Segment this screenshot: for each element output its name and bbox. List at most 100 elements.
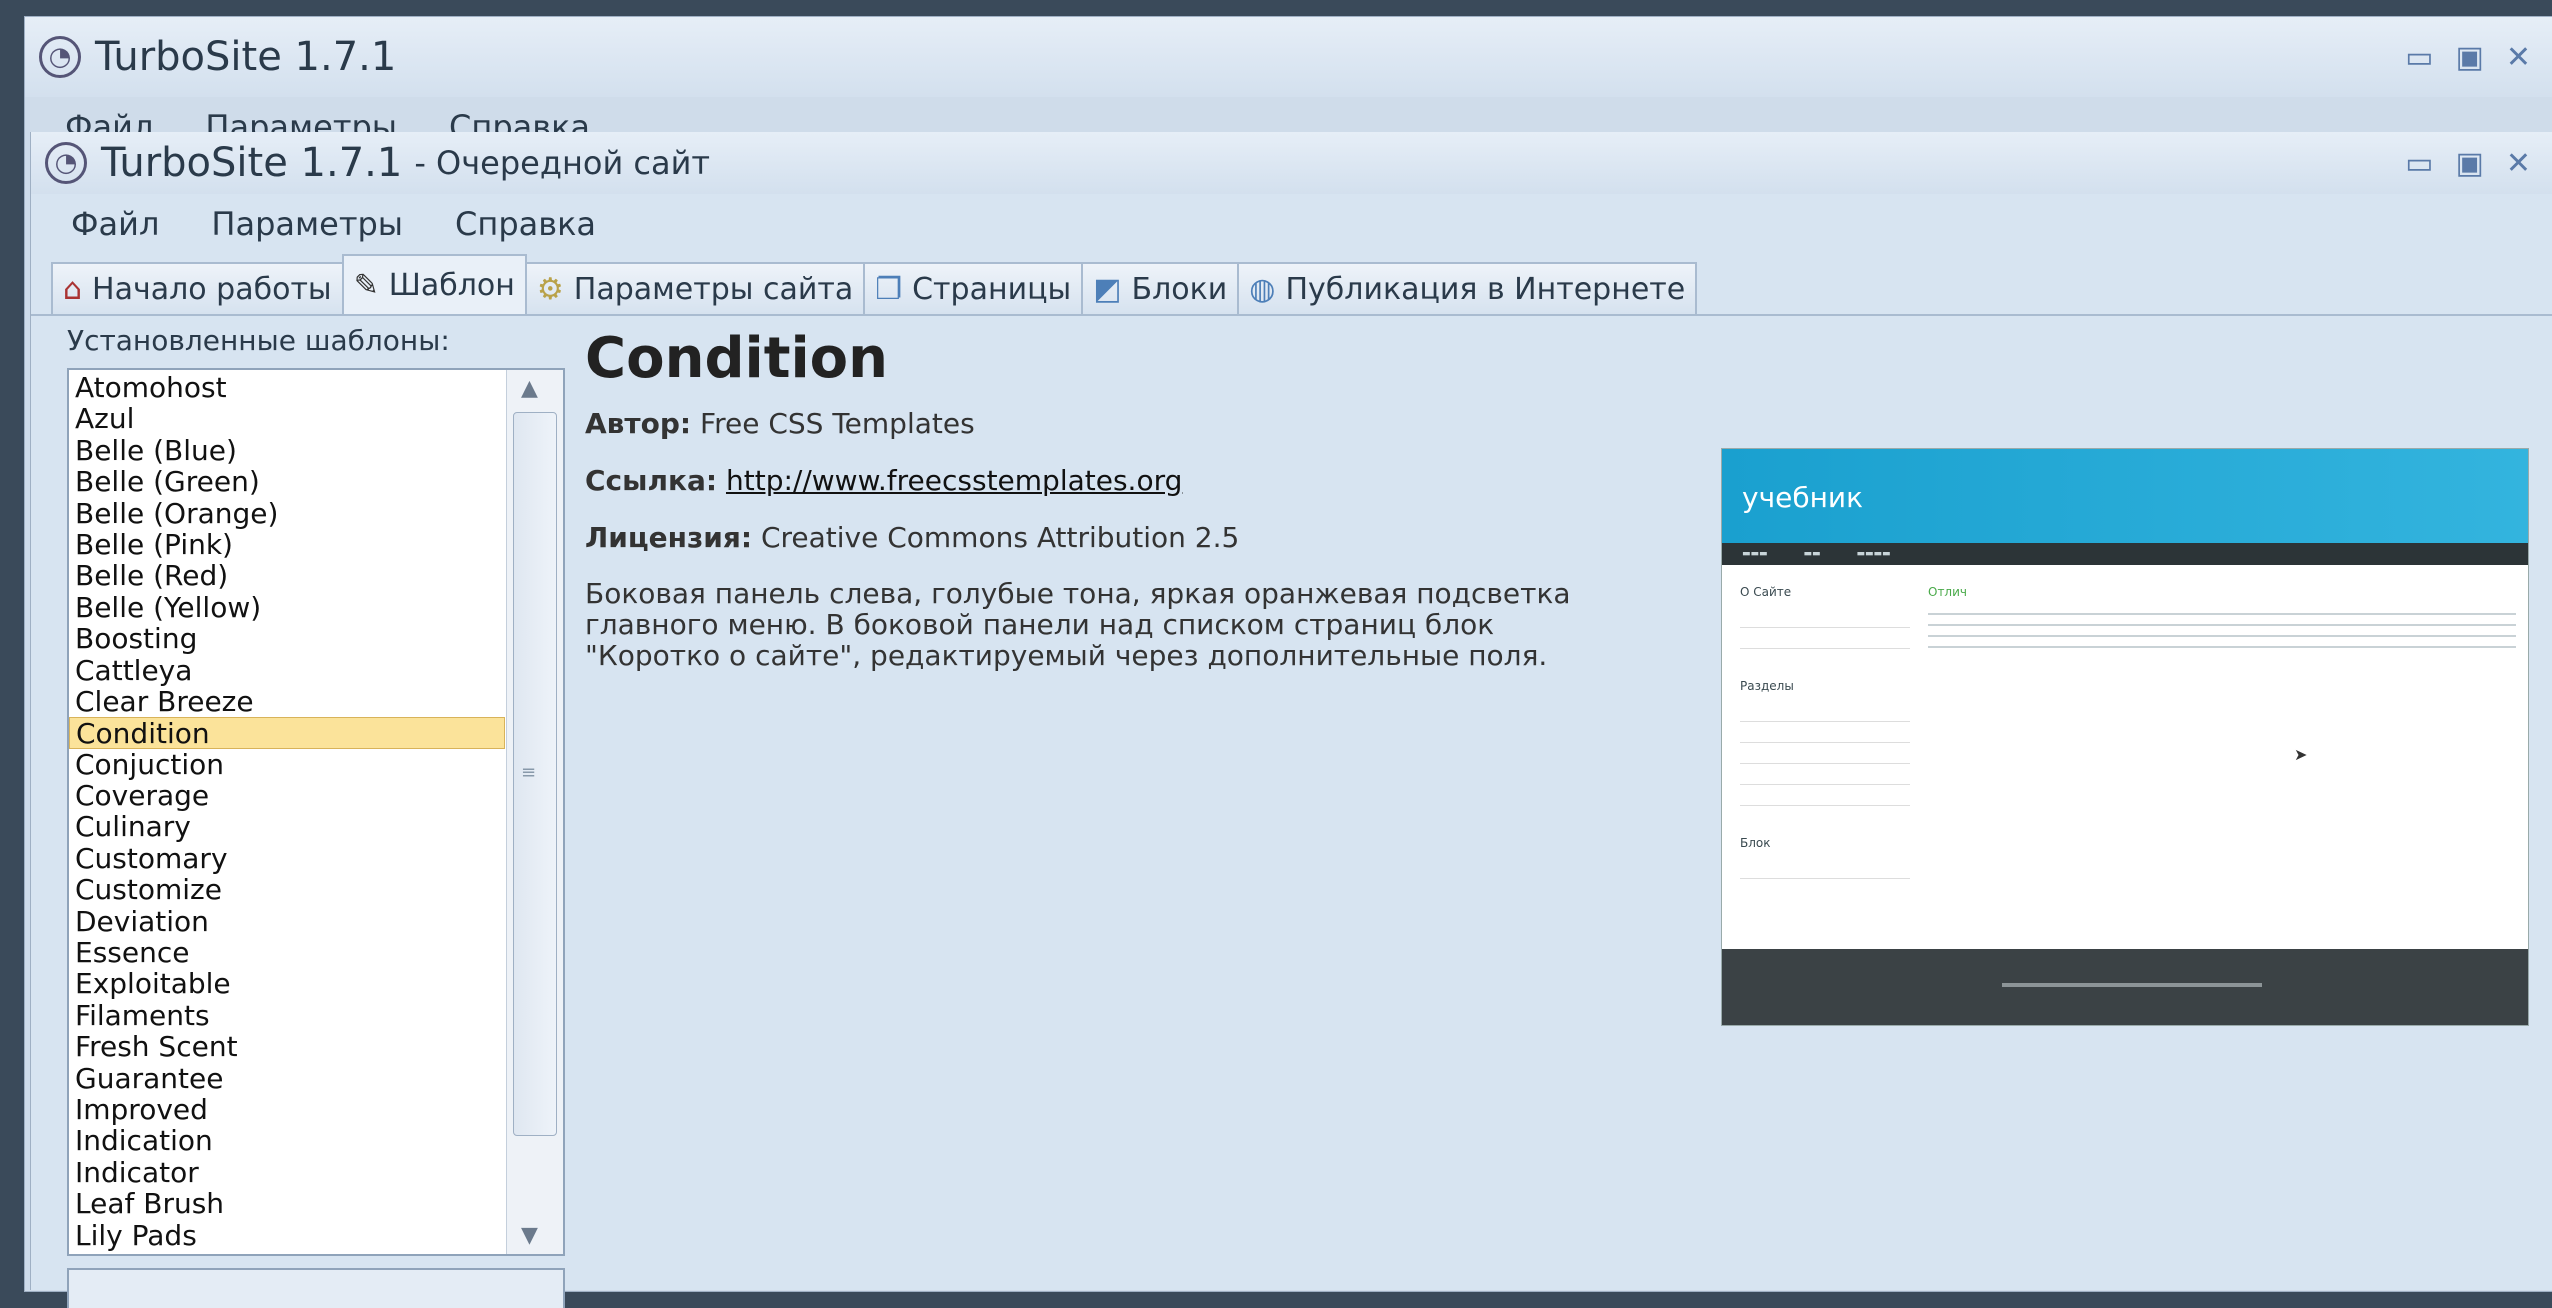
tab-label: Параметры сайта	[573, 271, 854, 307]
template-list-item[interactable]: Coverage	[69, 780, 505, 811]
gear-icon: ⚙	[536, 271, 564, 307]
templates-listbox[interactable]: Atomohost Azul Belle (Blue) Belle (Green) Be…	[67, 368, 565, 1256]
template-list-item[interactable]: Clear Breeze	[69, 686, 505, 717]
preview-side-heading: Блок	[1740, 836, 1771, 850]
template-list-item[interactable]: Belle (Green)	[69, 466, 505, 497]
preview-main-heading: Отлич	[1928, 585, 1967, 599]
scroll-down-icon[interactable]: ▼	[521, 1223, 538, 1248]
preview-sidebar: О Сайте Разделы Блок	[1740, 585, 1910, 879]
template-list-item[interactable]: Azul	[69, 403, 505, 434]
preview-nav: ▬▬▬ ▬▬ ▬▬▬▬	[1722, 543, 2528, 565]
close-icon[interactable]: ✕	[2506, 40, 2531, 75]
link-label: Ссылка:	[585, 464, 718, 497]
template-list-item[interactable]: Customize	[69, 874, 505, 905]
template-panel: Установленные шаблоны: Atomohost Azul Bell…	[31, 316, 2552, 1308]
window-subtitle: - Очередной сайт	[414, 144, 711, 182]
tab-label: Блоки	[1131, 271, 1228, 307]
menubar: Файл Параметры Справка	[31, 194, 2552, 254]
tab-area: ⌂ Начало работы ✎ Шаблон ⚙ Параметры сай…	[31, 254, 2552, 1308]
main-window: ◔ TurboSite 1.7.1 - Очередной сайт ▭ ▣ ✕…	[30, 132, 2552, 1308]
template-list-item[interactable]: Belle (Blue)	[69, 435, 505, 466]
author-value: Free CSS Templates	[700, 407, 975, 440]
tab-publish[interactable]: ◍ Публикация в Интернете	[1237, 262, 1698, 314]
template-name: Condition	[585, 326, 889, 391]
template-list-item[interactable]: Exploitable	[69, 968, 505, 999]
template-list-item[interactable]: Belle (Pink)	[69, 529, 505, 560]
template-list-item[interactable]: Essence	[69, 937, 505, 968]
template-list-item[interactable]: Boosting	[69, 623, 505, 654]
template-list-item[interactable]: Belle (Yellow)	[69, 592, 505, 623]
brush-icon: ✎	[353, 267, 379, 303]
template-list-item[interactable]: Deviation	[69, 905, 505, 937]
template-list-item[interactable]: Lily Pads	[69, 1219, 505, 1251]
template-details: Condition Автор: Free CSS Templates Ссыл…	[585, 326, 1595, 671]
globe-icon: ◍	[1249, 271, 1276, 307]
menu-parameters[interactable]: Параметры	[211, 205, 403, 243]
preview-side-heading: О Сайте	[1740, 585, 1792, 599]
cursor-icon: ➤	[2294, 745, 2308, 764]
tab-getting-started[interactable]: ⌂ Начало работы	[51, 262, 344, 314]
template-list-item[interactable]: Atomohost	[69, 372, 505, 403]
app-icon: ◔	[45, 142, 87, 184]
template-list-item[interactable]: Fresh Scent	[69, 1031, 505, 1062]
window-controls: ▭ ▣ ✕	[2405, 146, 2531, 181]
template-list-item[interactable]: Guarantee	[69, 1062, 505, 1094]
tab-label: Начало работы	[92, 271, 332, 307]
tab-site-parameters[interactable]: ⚙ Параметры сайта	[524, 262, 866, 314]
preview-text-lines	[1928, 609, 2516, 649]
grip-icon: ≡	[521, 762, 537, 783]
preview-body: О Сайте Разделы Блок Отлич ➤	[1722, 565, 2528, 927]
template-list-item[interactable]: Conjuction	[69, 748, 505, 780]
tab-bar: ⌂ Начало работы ✎ Шаблон ⚙ Параметры сай…	[31, 254, 2552, 316]
template-list-item[interactable]: Filaments	[69, 1000, 505, 1031]
template-list-item[interactable]: Customary	[69, 843, 505, 874]
tab-label: Страницы	[912, 271, 1072, 307]
template-list-item[interactable]: Culinary	[69, 811, 505, 842]
background-titlebar: ◔ TurboSite 1.7.1 ▭ ▣ ✕	[25, 17, 2552, 97]
pages-icon: ❐	[875, 271, 903, 307]
preview-site-title: учебник	[1742, 481, 1864, 514]
listbox-footer-control[interactable]	[67, 1268, 565, 1308]
minimize-icon[interactable]: ▭	[2405, 40, 2433, 75]
template-list-item[interactable]: Indicator	[69, 1157, 505, 1188]
preview-side-heading: Разделы	[1740, 679, 1794, 693]
tab-template[interactable]: ✎ Шаблон	[341, 254, 527, 314]
background-window-title: TurboSite 1.7.1	[95, 34, 397, 80]
blocks-icon: ◩	[1093, 271, 1122, 307]
template-list-item[interactable]: Condition	[69, 717, 505, 749]
template-list-item[interactable]: Cattleya	[69, 654, 505, 686]
template-description: Боковая панель слева, голубые тона, ярка…	[585, 577, 1571, 672]
main-titlebar: ◔ TurboSite 1.7.1 - Очередной сайт ▭ ▣ ✕	[31, 132, 2552, 194]
license-row: Лицензия: Creative Commons Attribution 2…	[585, 521, 1595, 554]
vertical-scrollbar[interactable]: ▲ ≡ ▼	[506, 370, 563, 1254]
app-icon: ◔	[39, 36, 81, 78]
template-link[interactable]: http://www.freecsstemplates.org	[726, 464, 1182, 497]
license-label: Лицензия:	[585, 521, 753, 554]
preview-header: учебник	[1722, 449, 2528, 543]
window-title: TurboSite 1.7.1	[101, 140, 403, 186]
template-list-item[interactable]: Leaf Brush	[69, 1188, 505, 1219]
close-icon[interactable]: ✕	[2506, 146, 2531, 181]
menu-help[interactable]: Справка	[455, 205, 596, 243]
template-preview: учебник ▬▬▬▬▬▬▬▬▬ О Сайте Разделы Блок	[1721, 448, 2529, 1026]
home-icon: ⌂	[63, 271, 83, 307]
link-row: Ссылка: http://www.freecsstemplates.org	[585, 464, 1595, 497]
preview-main: Отлич	[1928, 585, 2516, 649]
template-list-item[interactable]: Belle (Orange)	[69, 497, 505, 529]
tab-blocks[interactable]: ◩ Блоки	[1081, 262, 1240, 314]
tab-label: Шаблон	[388, 267, 515, 303]
scroll-up-icon[interactable]: ▲	[521, 376, 538, 401]
maximize-icon[interactable]: ▣	[2456, 146, 2484, 181]
template-list-item[interactable]: Belle (Red)	[69, 560, 505, 591]
minimize-icon[interactable]: ▭	[2405, 146, 2433, 181]
tab-pages[interactable]: ❐ Страницы	[863, 262, 1084, 314]
template-list-item[interactable]: Indication	[69, 1125, 505, 1156]
menu-file[interactable]: Файл	[71, 205, 159, 243]
templates-list: Atomohost Azul Belle (Blue) Belle (Green) Be…	[69, 370, 505, 1251]
preview-footer	[1722, 949, 2528, 1025]
template-list-item[interactable]: Improved	[69, 1094, 505, 1125]
license-value: Creative Commons Attribution 2.5	[760, 521, 1240, 554]
maximize-icon[interactable]: ▣	[2456, 40, 2484, 75]
author-row: Автор: Free CSS Templates	[585, 407, 1595, 440]
templates-label: Установленные шаблоны:	[67, 324, 450, 357]
